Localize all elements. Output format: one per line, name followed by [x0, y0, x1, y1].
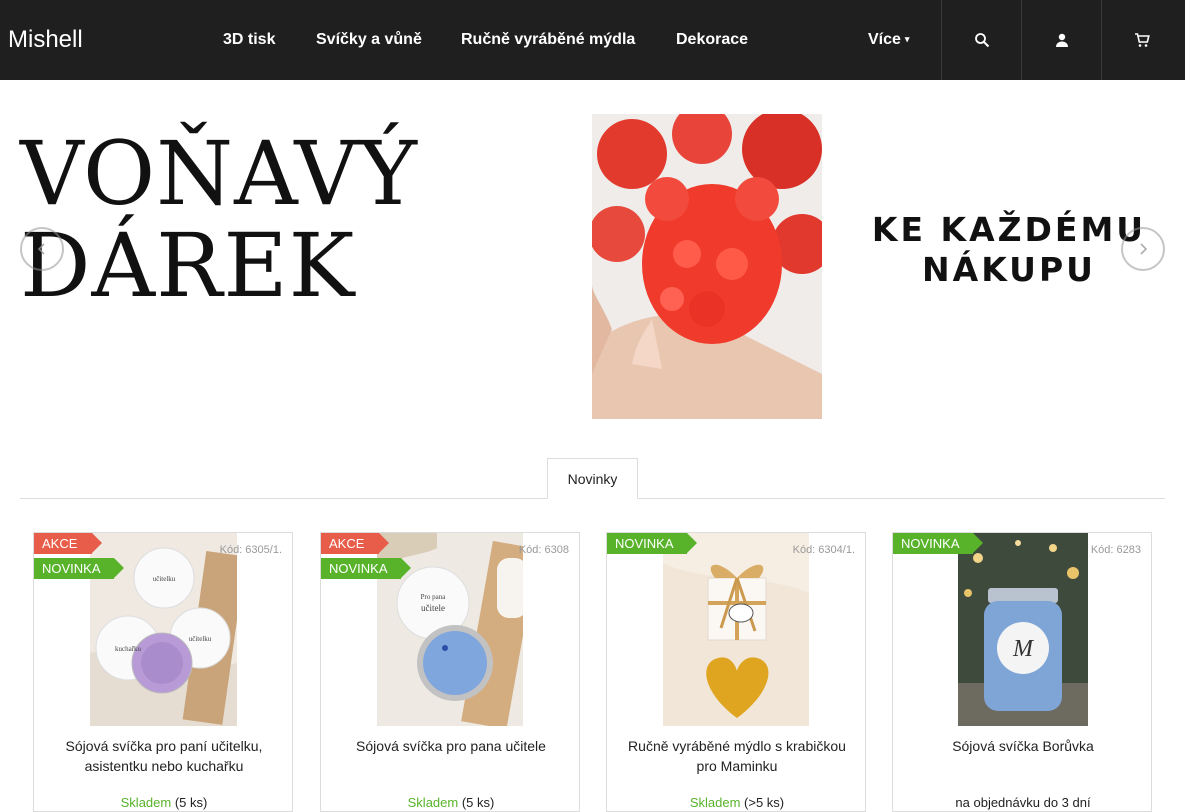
product-availability: na objednávku do 3 dní — [893, 795, 1153, 810]
svg-text:Pro pana: Pro pana — [421, 593, 447, 601]
hero-banner[interactable]: VOŇAVÝ DÁREK KE KAŽDÉMU NÁKUPU — [0, 80, 1185, 420]
svg-text:učitele: učitele — [421, 603, 445, 613]
svg-text:učitelku: učitelku — [189, 635, 212, 643]
banner-title-line1: VOŇAVÝ — [20, 122, 418, 225]
product-code: Kód: 6305/1. — [219, 544, 282, 556]
chevron-right-icon — [1140, 243, 1148, 255]
svg-text:kuchařku: kuchařku — [115, 645, 142, 653]
nav-item-mydla[interactable]: Ručně vyráběné mýdla — [461, 31, 635, 49]
product-card[interactable]: Pro pana učitele AKCE NOVINKA Kód: 6308 … — [320, 532, 580, 812]
product-code: Kód: 6308 — [518, 544, 569, 556]
badge-akce: AKCE — [34, 533, 102, 554]
badge-novinka: NOVINKA — [321, 558, 411, 579]
product-code: Kód: 6304/1. — [792, 544, 855, 556]
user-icon — [1055, 33, 1068, 47]
banner-subtitle-line1: KE KAŽDÉMU — [871, 210, 1147, 249]
tab-novinky[interactable]: Novinky — [547, 458, 638, 499]
banner-prev-button[interactable] — [20, 227, 64, 271]
product-image[interactable] — [663, 533, 809, 726]
product-name[interactable]: Sójová svíčka pro paní učitelku, asisten… — [44, 736, 284, 776]
product-availability: Skladem (5 ks) — [321, 795, 581, 810]
product-name[interactable]: Sójová svíčka pro pana učitele — [331, 736, 571, 756]
product-availability: Skladem (>5 ks) — [607, 795, 867, 810]
banner-photo-red-bear-soap — [592, 114, 822, 419]
banner-title-line2: DÁREK — [20, 214, 356, 317]
nav-more-button[interactable]: Více ▾ — [868, 31, 909, 49]
availability-quantity: (5 ks) — [174, 795, 208, 810]
nav-item-dekorace[interactable]: Dekorace — [676, 31, 748, 49]
product-card[interactable]: učitelku kuchařku učitelku AKCE NOVINKA … — [33, 532, 293, 812]
availability-status: Skladem — [120, 795, 172, 810]
site-header: Mishell 3D tisk Svíčky a vůně Ručně vyrá… — [0, 0, 1185, 80]
availability-status: na objednávku do 3 dní — [955, 795, 1091, 810]
product-card[interactable]: M NOVINKA Kód: 6283 Sójová svíčka Borůvk… — [892, 532, 1152, 812]
account-button[interactable] — [1021, 0, 1101, 80]
availability-quantity: (5 ks) — [461, 795, 495, 810]
product-tabs: Novinky — [20, 458, 1165, 499]
chevron-down-icon: ▾ — [904, 34, 910, 44]
product-name[interactable]: Sójová svíčka Borůvka — [903, 736, 1143, 756]
nav-item-svicky[interactable]: Svíčky a vůně — [316, 31, 422, 49]
site-logo[interactable]: Mishell — [8, 26, 83, 54]
banner-title: VOŇAVÝ DÁREK — [20, 128, 540, 312]
chevron-left-icon — [37, 243, 45, 255]
svg-text:M: M — [1012, 636, 1035, 662]
product-image[interactable]: M — [958, 533, 1088, 726]
search-button[interactable] — [941, 0, 1021, 80]
banner-subtitle-line2: NÁKUPU — [922, 250, 1096, 289]
cart-button[interactable] — [1101, 0, 1181, 80]
availability-status: Skladem — [689, 795, 741, 810]
nav-item-3d-tisk[interactable]: 3D tisk — [223, 31, 275, 49]
badge-akce: AKCE — [321, 533, 389, 554]
product-code: Kód: 6283 — [1090, 544, 1141, 556]
badge-novinka: NOVINKA — [34, 558, 124, 579]
product-availability: Skladem (5 ks) — [34, 795, 294, 810]
product-name[interactable]: Ručně vyráběné mýdlo s krabičkou pro Mam… — [617, 736, 857, 776]
badge-novinka: NOVINKA — [893, 533, 983, 554]
nav-more-label: Více — [868, 31, 901, 48]
search-icon — [974, 33, 989, 48]
cart-icon — [1134, 33, 1150, 47]
badge-novinka: NOVINKA — [607, 533, 697, 554]
svg-text:učitelku: učitelku — [153, 575, 176, 583]
banner-next-button[interactable] — [1121, 227, 1165, 271]
product-card[interactable]: NOVINKA Kód: 6304/1. Ručně vyráběné mýdl… — [606, 532, 866, 812]
availability-status: Skladem — [407, 795, 459, 810]
availability-quantity: (>5 ks) — [744, 795, 785, 810]
